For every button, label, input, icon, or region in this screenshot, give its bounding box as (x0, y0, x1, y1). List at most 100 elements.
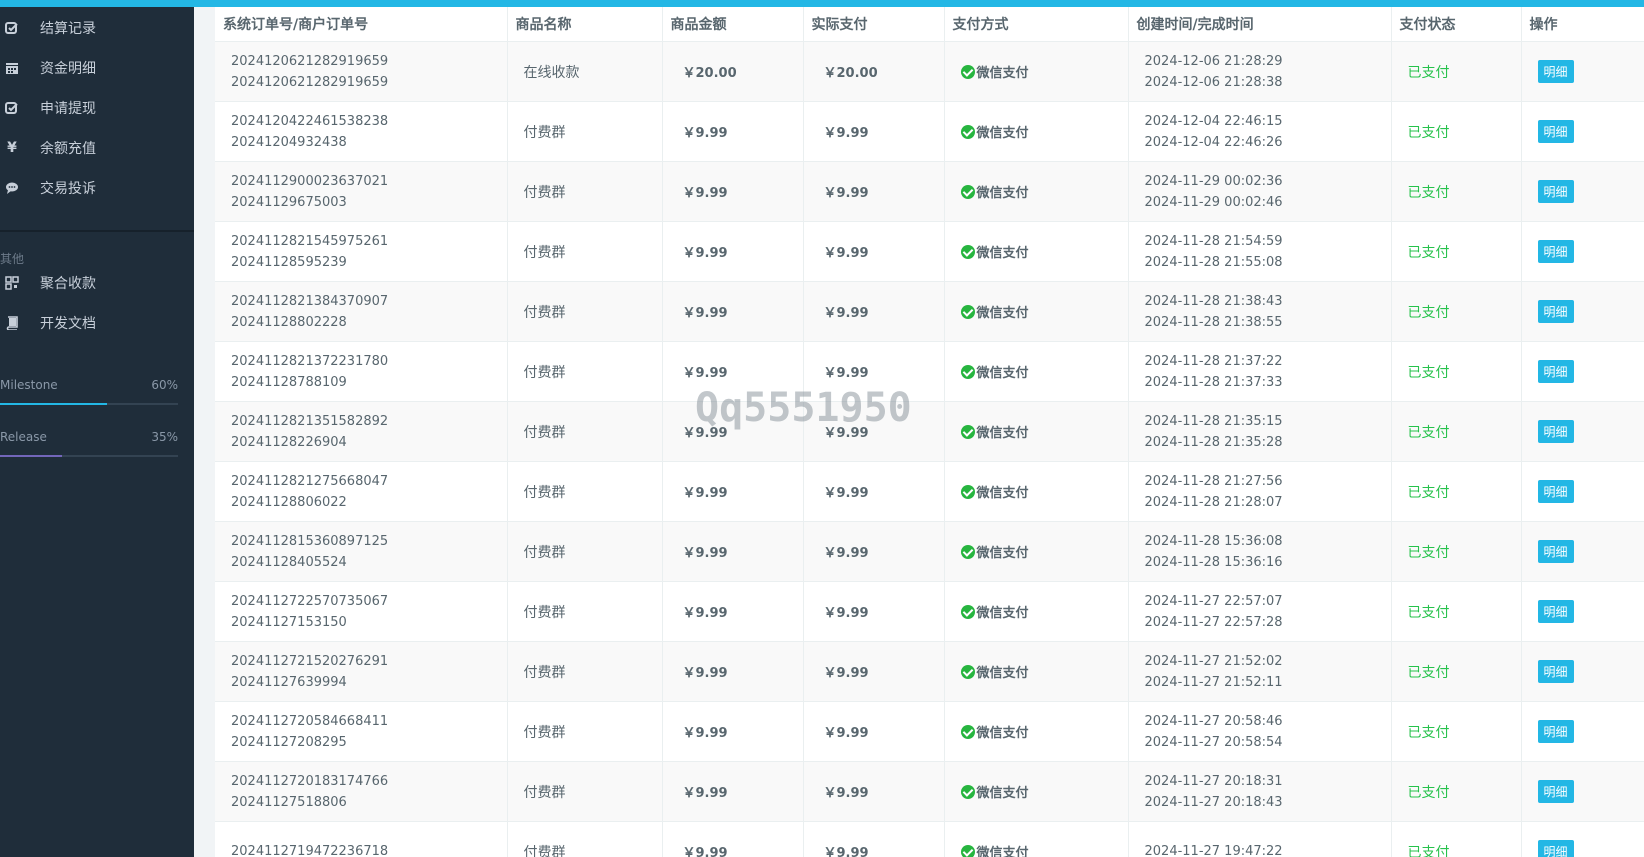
col-header-actual-paid[interactable]: 实际支付 (803, 7, 945, 42)
finished-time: 2024-11-28 21:28:07 (1144, 494, 1283, 510)
nav-fund-details[interactable]: 资金明细 (0, 48, 194, 88)
detail-button[interactable]: 明细 (1537, 780, 1574, 803)
col-header-order-no[interactable]: 系统订单号/商户订单号 (215, 7, 508, 42)
action-cell: 明细 (1521, 521, 1644, 582)
col-header-product-amount[interactable]: 商品金额 (662, 7, 804, 42)
product-name: 付费群 (507, 581, 663, 642)
order-no-cell: 2024112720183174766 20241127518806 (215, 761, 508, 822)
status-badge: 已支付 (1391, 521, 1522, 582)
col-header-pay-status[interactable]: 支付状态 (1391, 7, 1522, 42)
nav-balance-recharge[interactable]: ¥ 余额充值 (0, 128, 194, 168)
merchant-order-no: 20241128226904 (231, 434, 347, 450)
nav-dev-docs[interactable]: 开发文档 (0, 303, 194, 343)
pay-method-cell: 微信支付 (944, 461, 1129, 522)
product-amount: ￥9.99 (662, 401, 804, 462)
nav-label: 申请提现 (40, 101, 96, 117)
detail-button[interactable]: 明细 (1537, 60, 1574, 83)
detail-button[interactable]: 明细 (1537, 180, 1574, 203)
wechat-pay-icon (960, 485, 975, 499)
merchant-order-no: 20241128405524 (231, 554, 347, 570)
detail-button[interactable]: 明细 (1537, 120, 1574, 143)
time-cell: 2024-11-28 21:27:56 2024-11-28 21:28:07 (1128, 461, 1392, 522)
book-icon (4, 315, 20, 331)
pay-method-label: 微信支付 (976, 846, 1029, 857)
status-badge: 已支付 (1391, 161, 1522, 222)
col-header-product-name[interactable]: 商品名称 (507, 7, 663, 42)
wechat-pay-icon (960, 245, 975, 259)
wechat-pay-icon (960, 305, 975, 319)
product-name: 付费群 (507, 341, 663, 402)
detail-button[interactable]: 明细 (1537, 480, 1574, 503)
product-amount: ￥9.99 (662, 821, 804, 857)
time-cell: 2024-11-28 15:36:08 2024-11-28 15:36:16 (1128, 521, 1392, 582)
nav-apply-withdrawal[interactable]: 申请提现 (0, 88, 194, 128)
pay-method-cell: 微信支付 (944, 581, 1129, 642)
nav-transaction-complaints[interactable]: 交易投诉 (0, 168, 194, 208)
col-header-time[interactable]: 创建时间/完成时间 (1128, 7, 1392, 42)
detail-button[interactable]: 明细 (1537, 600, 1574, 623)
detail-button[interactable]: 明细 (1537, 420, 1574, 443)
created-time: 2024-11-28 21:38:43 (1144, 293, 1283, 309)
progress-track (0, 455, 178, 457)
detail-button[interactable]: 明细 (1537, 540, 1574, 563)
detail-button[interactable]: 明细 (1537, 840, 1574, 857)
time-cell: 2024-11-27 21:52:02 2024-11-27 21:52:11 (1128, 641, 1392, 702)
progress-track (0, 403, 178, 405)
order-no-cell: 2024112821372231780 20241128788109 (215, 341, 508, 402)
status-badge: 已支付 (1391, 641, 1522, 702)
checkbox-edit-icon (4, 20, 20, 36)
detail-button[interactable]: 明细 (1537, 300, 1574, 323)
status-badge: 已支付 (1391, 41, 1522, 102)
detail-button[interactable]: 明细 (1537, 240, 1574, 263)
merchant-order-no: 20241127518806 (231, 794, 347, 810)
product-amount: ￥9.99 (662, 521, 804, 582)
merchant-order-no: 20241128595239 (231, 254, 347, 270)
status-badge: 已支付 (1391, 101, 1522, 162)
status-badge: 已支付 (1391, 701, 1522, 762)
product-name: 付费群 (507, 161, 663, 222)
wechat-pay-icon (960, 845, 975, 857)
time-cell: 2024-12-04 22:46:15 2024-12-04 22:46:26 (1128, 101, 1392, 162)
detail-button[interactable]: 明细 (1537, 660, 1574, 683)
time-cell: 2024-11-27 20:58:46 2024-11-27 20:58:54 (1128, 701, 1392, 762)
action-cell: 明细 (1521, 401, 1644, 462)
nav-label: 资金明细 (40, 61, 96, 77)
detail-button[interactable]: 明细 (1537, 720, 1574, 743)
action-cell: 明细 (1521, 281, 1644, 342)
system-order-no: 2024112821275668047 (231, 473, 389, 489)
product-name: 付费群 (507, 281, 663, 342)
wechat-pay-icon (960, 125, 975, 139)
col-header-pay-method[interactable]: 支付方式 (944, 7, 1129, 42)
pay-method-label: 微信支付 (976, 66, 1029, 81)
wechat-pay-icon (960, 605, 975, 619)
order-no-cell: 2024112721520276291 20241127639994 (215, 641, 508, 702)
actual-paid: ￥9.99 (803, 461, 945, 522)
table-row: 2024112721520276291 20241127639994 付费群 ￥9.9… (215, 641, 1644, 702)
pay-method-label: 微信支付 (976, 486, 1029, 501)
detail-button[interactable]: 明细 (1537, 360, 1574, 383)
pay-method-label: 微信支付 (976, 426, 1029, 441)
status-badge: 已支付 (1391, 581, 1522, 642)
yen-icon: ¥ (7, 140, 17, 156)
table-row: 2024120422461538238 20241204932438 付费群 ￥9.9… (215, 101, 1644, 162)
nav-aggregate-payment[interactable]: 聚合收款 (0, 263, 194, 303)
progress-percent: 35% (151, 430, 178, 444)
product-amount: ￥9.99 (662, 761, 804, 822)
action-cell: 明细 (1521, 341, 1644, 402)
wechat-pay-icon (960, 785, 975, 799)
actual-paid: ￥9.99 (803, 341, 945, 402)
order-no-cell: 2024112821384370907 20241128802228 (215, 281, 508, 342)
time-cell: 2024-11-28 21:38:43 2024-11-28 21:38:55 (1128, 281, 1392, 342)
time-cell: 2024-11-28 21:35:15 2024-11-28 21:35:28 (1128, 401, 1392, 462)
pay-method-cell: 微信支付 (944, 221, 1129, 282)
order-no-cell: 2024112821351582892 20241128226904 (215, 401, 508, 462)
finished-time: 2024-12-06 21:28:38 (1144, 74, 1283, 90)
wechat-pay-icon (960, 365, 975, 379)
time-cell: 2024-11-27 22:57:07 2024-11-27 22:57:28 (1128, 581, 1392, 642)
table-row: 2024112722570735067 20241127153150 付费群 ￥9.9… (215, 581, 1644, 642)
nav-settlement-records[interactable]: 结算记录 (0, 8, 194, 48)
sidebar-divider (0, 230, 194, 232)
action-cell: 明细 (1521, 641, 1644, 702)
finished-time: 2024-11-27 22:57:28 (1144, 614, 1283, 630)
system-order-no: 2024112722570735067 (231, 593, 389, 609)
